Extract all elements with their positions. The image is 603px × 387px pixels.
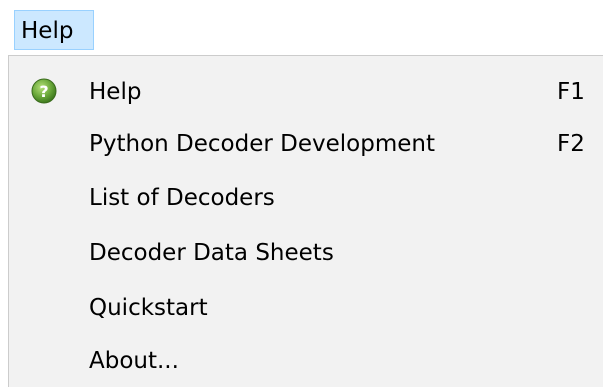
menu-item-help[interactable]: ? Help F1 [9,66,603,118]
svg-text:?: ? [39,82,48,101]
menu-item-help-label: Help [89,79,142,105]
help-dropdown-menu: ? Help F1 Python Decoder Development F2 … [8,55,603,387]
menu-item-quickstart[interactable]: Quickstart [9,282,603,334]
menu-bar: Help [0,0,603,58]
menu-item-list-of-decoders-label: List of Decoders [89,185,275,211]
menu-item-quickstart-label: Quickstart [89,295,208,321]
menu-item-help-shortcut: F1 [557,79,585,105]
menu-item-python-decoder-development-shortcut: F2 [557,131,585,157]
menubar-help-label: Help [21,18,74,44]
menu-item-decoder-data-sheets[interactable]: Decoder Data Sheets [9,227,603,279]
menu-item-decoder-data-sheets-label: Decoder Data Sheets [89,240,334,266]
menubar-help[interactable]: Help [14,10,94,50]
menu-item-list-of-decoders[interactable]: List of Decoders [9,172,603,224]
window: Help ? Help F1 Python Decoder Developmen… [0,0,603,387]
menu-item-about[interactable]: About... [9,335,603,387]
menu-item-about-label: About... [89,348,179,374]
help-circle-icon: ? [31,78,57,104]
menu-item-python-decoder-development-label: Python Decoder Development [89,131,435,157]
menu-item-python-decoder-development[interactable]: Python Decoder Development F2 [9,118,603,170]
